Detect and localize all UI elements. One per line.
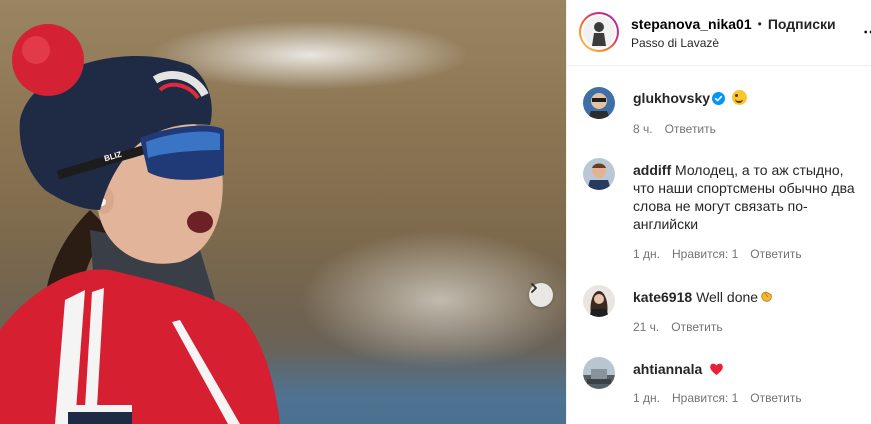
commenter-avatar[interactable] [583, 158, 615, 190]
athlete-illustration [0, 24, 280, 424]
next-photo-button[interactable] [529, 283, 553, 307]
avatar-kate6918-image [583, 285, 615, 317]
comment-username[interactable]: ahtiannala [633, 361, 702, 377]
separator-dot: • [757, 17, 762, 31]
author-username[interactable]: stepanova_nika01 [631, 16, 752, 32]
commenter-avatar[interactable] [583, 357, 615, 389]
red-heart-emoji-icon [709, 362, 724, 376]
comment-time[interactable]: 1 дн. [633, 247, 660, 261]
comment-username[interactable]: glukhovsky [633, 90, 710, 106]
post-location[interactable]: Passo di Lavazè [631, 36, 719, 50]
comment-likes[interactable]: Нравится: 1 [672, 247, 738, 261]
commenter-avatar[interactable] [583, 285, 615, 317]
reply-button[interactable]: Ответить [750, 391, 801, 405]
comment-item: kate6918 Well done 21 ч. Ответить [583, 285, 863, 335]
post-header: stepanova_nika01 • Подписки Passo di Lav… [567, 0, 871, 66]
comment-item: addiff Молодец, а то аж стыдно, что наши… [583, 158, 863, 268]
comment-text: Well done [696, 289, 759, 305]
comment-time[interactable]: 1 дн. [633, 391, 660, 405]
comment-item: glukhovsky 8 ч. Ответить [583, 87, 863, 147]
avatar-ahtiannala-image [583, 357, 615, 389]
reply-button[interactable]: Ответить [671, 320, 722, 334]
clapping-hands-emoji-icon [759, 289, 774, 304]
chevron-right-icon [531, 283, 537, 293]
comments-panel: stepanova_nika01 • Подписки Passo di Lav… [566, 0, 871, 424]
comment-item: ahtiannala 1 дн. Нравится: 1 Ответить [583, 357, 863, 407]
more-options-icon[interactable]: ⋯ [863, 22, 871, 42]
comment-username[interactable]: addiff [633, 162, 671, 178]
author-avatar[interactable] [579, 12, 619, 52]
verified-badge-icon [712, 92, 726, 105]
comment-time[interactable]: 21 ч. [633, 320, 659, 334]
following-button[interactable]: Подписки [768, 16, 836, 32]
smile-emoji-icon [731, 90, 747, 105]
commenter-avatar[interactable] [583, 87, 615, 119]
avatar-glukhovsky-image [583, 87, 615, 119]
author-avatar-image [583, 16, 615, 48]
comment-likes[interactable]: Нравится: 1 [672, 391, 738, 405]
comment-time[interactable]: 8 ч. [633, 122, 653, 136]
comment-username[interactable]: kate6918 [633, 289, 692, 305]
post-photo: BLIZ [0, 0, 566, 424]
reply-button[interactable]: Ответить [750, 247, 801, 261]
avatar-addiff-image [583, 158, 615, 190]
reply-button[interactable]: Ответить [665, 122, 716, 136]
